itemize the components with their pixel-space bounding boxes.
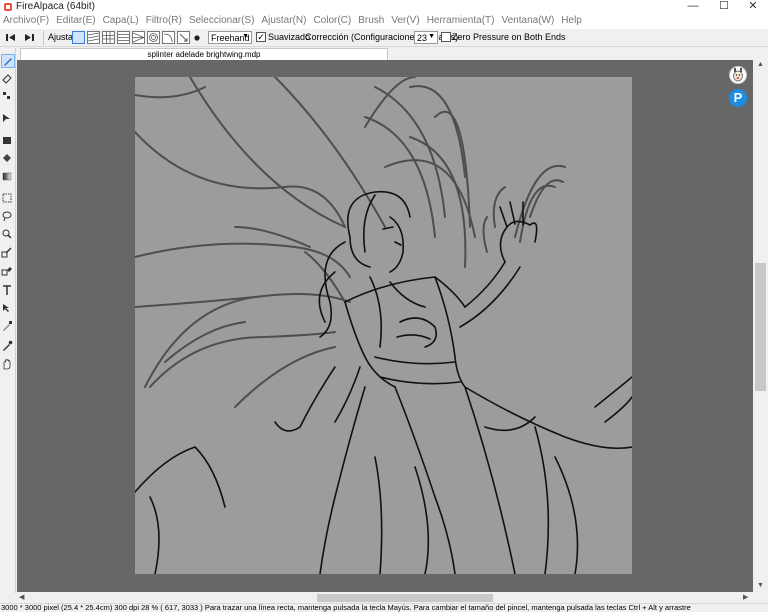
move-tool[interactable] [1,112,15,126]
dot-tool[interactable] [1,90,15,104]
menu-ver[interactable]: Ver(V) [389,14,424,29]
smoothing-checkbox[interactable]: ✓ [256,32,266,42]
window-title: FireAlpaca (64bit) [16,1,95,12]
zero-pressure-label: Zero Pressure on Both Ends [452,32,566,42]
select-pen-tool[interactable] [1,246,15,260]
firealpaca-app-icon [4,3,12,11]
scroll-up-icon[interactable]: ▲ [757,61,764,68]
p-letter-icon[interactable]: P [729,89,747,107]
bucket-tool[interactable] [1,152,15,166]
close-button[interactable]: ✕ [738,0,768,14]
smoothing-label: Suavizado [268,32,311,42]
status-bar: 3000 * 3000 pixel (25.4 * 25.4cm) 300 dp… [0,603,768,612]
maximize-button[interactable]: ☐ [709,0,739,14]
vertical-scroll-thumb[interactable] [755,263,766,391]
menu-ventana[interactable]: Ventana(W) [499,14,559,29]
radial-snap-icon[interactable] [147,31,160,44]
hand-tool[interactable] [1,358,15,372]
correction-value: 23 [417,33,428,43]
menu-editar[interactable]: Editar(E) [54,14,100,29]
menu-capa[interactable]: Capa(L) [101,14,144,29]
stroke-mode-select[interactable]: Freehand ▼ [208,31,252,44]
menu-herramienta[interactable]: Herramienta(T) [425,14,500,29]
brush-tool[interactable] [1,54,15,68]
chevron-down-icon: ▼ [428,33,435,40]
menu-brush[interactable]: Brush [356,14,389,29]
snap-settings-icon[interactable] [177,31,190,44]
color-picker-tool[interactable] [1,340,15,354]
scroll-left-icon[interactable]: ◀ [19,593,24,601]
magic-wand-tool[interactable] [1,228,15,242]
zero-pressure-checkbox[interactable] [441,32,451,42]
menu-bar: Archivo(F) Editar(E) Capa(L) Filtro(R) S… [0,14,768,29]
scroll-right-icon[interactable]: ▶ [743,593,748,601]
alpaca-face-icon [733,68,743,82]
menu-seleccionar[interactable]: Seleccionar(S) [187,14,260,29]
correction-select[interactable]: 23 ▼ [414,31,438,44]
document-tab[interactable]: splinter adelade brightwing.mdp [20,48,388,60]
select-tool[interactable] [1,192,15,206]
grid-snap-icon[interactable] [102,31,115,44]
menu-help[interactable]: Help [559,14,587,29]
perspective-snap-icon[interactable] [132,31,146,44]
gradient-tool[interactable] [1,170,15,184]
lasso-tool[interactable] [1,210,15,224]
menu-archivo[interactable]: Archivo(F) [1,14,54,29]
parallel-snap-icon[interactable] [87,31,100,44]
menu-filtro[interactable]: Filtro(R) [144,14,187,29]
tool-palette [0,48,16,593]
fill-rectangle-tool[interactable] [1,134,15,148]
text-tool[interactable] [1,284,15,298]
sketch-artwork [135,77,632,574]
chevron-down-icon: ▼ [242,33,249,40]
select-eraser-tool[interactable] [1,264,15,278]
minimize-button[interactable]: — [678,0,708,14]
brush-dot-icon [194,35,200,41]
title-bar: FireAlpaca (64bit) — ☐ ✕ [0,0,768,14]
alpaca-icon[interactable] [729,66,747,84]
drawing-canvas[interactable] [135,77,632,574]
canvas-workspace[interactable]: P [17,60,753,592]
brush-toolbar: Ajustar Freehand ▼ ✓ Suavizado Correcció… [0,29,768,47]
eraser-tool[interactable] [1,72,15,86]
menu-ajustar[interactable]: Ajustar(N) [259,14,311,29]
horizontal-snap-icon[interactable] [117,31,130,44]
scroll-down-icon[interactable]: ▼ [757,582,764,589]
toolbar-divider [43,31,44,45]
eyedropper-tool[interactable] [1,320,15,334]
previous-icon[interactable] [6,33,16,42]
curve-snap-icon[interactable] [162,31,175,44]
horizontal-scroll-thumb[interactable] [317,594,493,602]
vertical-scrollbar[interactable]: ▲ ▼ [753,60,768,592]
operation-tool[interactable] [1,302,15,316]
menu-color[interactable]: Color(C) [311,14,356,29]
snap-off-icon[interactable] [72,31,85,44]
next-icon[interactable] [24,33,34,42]
